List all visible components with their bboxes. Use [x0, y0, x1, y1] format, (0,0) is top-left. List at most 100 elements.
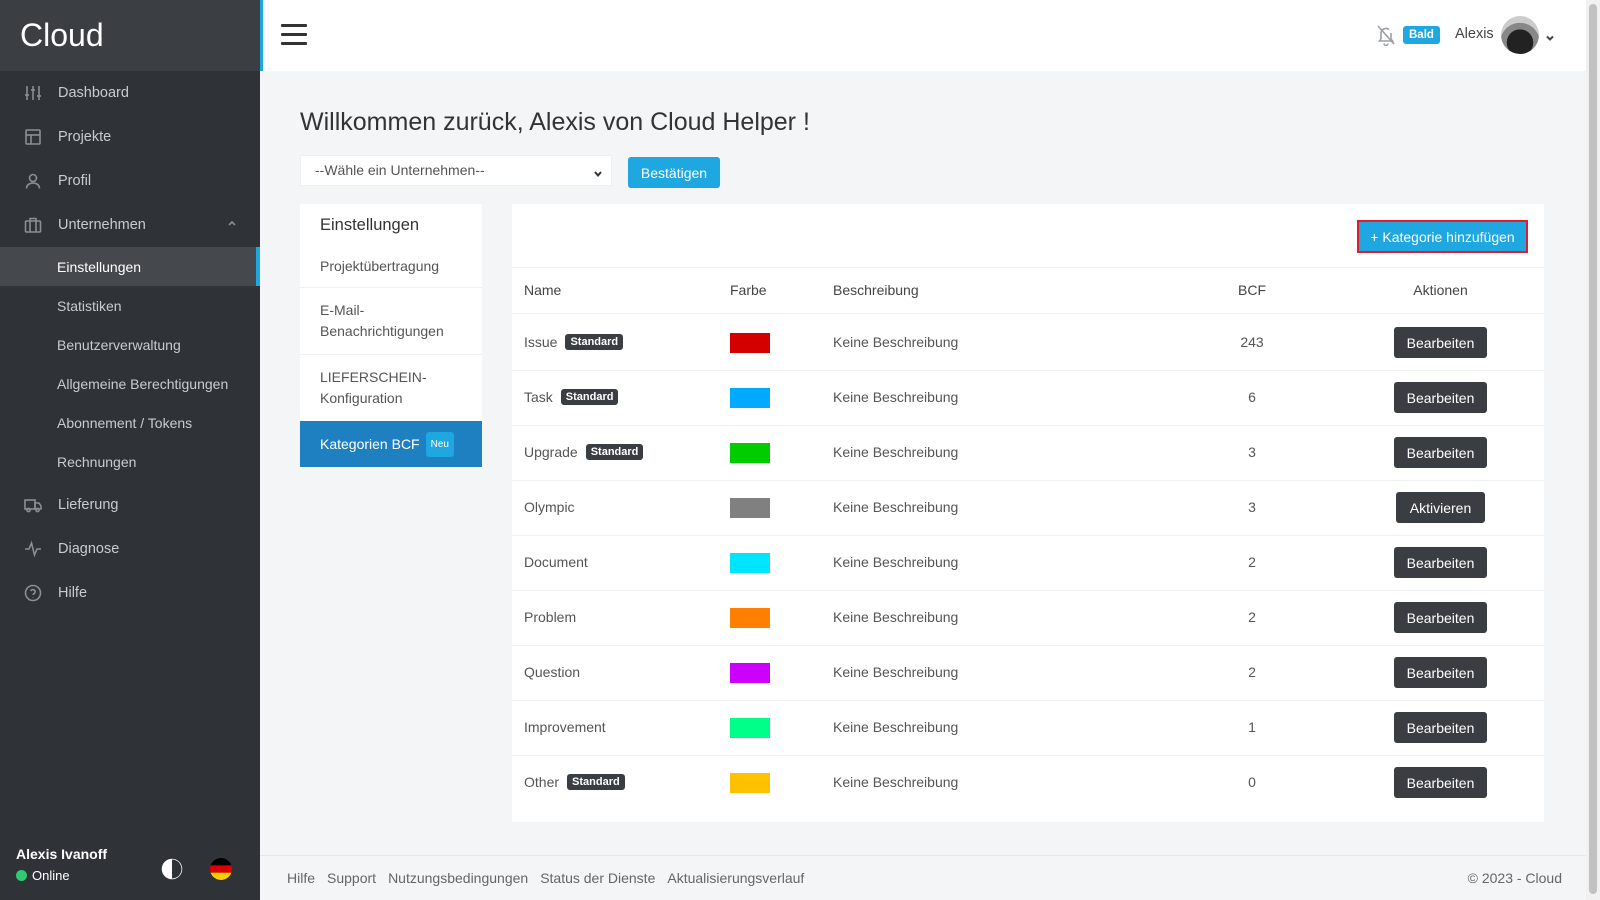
sidebar-subitem-berechtigungen[interactable]: Allgemeine Berechtigungen [0, 364, 260, 403]
avatar[interactable] [1501, 16, 1539, 54]
category-description: Keine Beschreibung [833, 609, 959, 625]
bell-off-icon[interactable] [1375, 24, 1397, 47]
table-row: Improvement Keine Beschreibung 1 Bearbeiten [512, 700, 1544, 756]
footer-link-status[interactable]: Status der Dienste [540, 870, 655, 886]
edit-button[interactable]: Bearbeiten [1394, 437, 1487, 468]
table-row: Problem Keine Beschreibung 2 Bearbeiten [512, 590, 1544, 646]
category-description: Keine Beschreibung [833, 554, 959, 570]
footer-link-aktualisierungsverlauf[interactable]: Aktualisierungsverlauf [667, 870, 804, 886]
standard-badge: Standard [585, 444, 644, 460]
table-row: Issue Standard Keine Beschreibung 243 Bearbe… [512, 315, 1544, 371]
color-swatch [730, 663, 770, 683]
sidebar-subitem-abonnement[interactable]: Abonnement / Tokens [0, 403, 260, 442]
settings-item-lieferschein[interactable]: LIEFERSCHEIN-Konfiguration [300, 355, 482, 421]
category-name-text: Upgrade [524, 444, 578, 460]
settings-item-kategorien-bcf[interactable]: Kategorien BCF Neu [300, 421, 482, 467]
contrast-toggle-icon[interactable] [161, 858, 183, 880]
edit-button[interactable]: Bearbeiten [1394, 767, 1487, 798]
color-swatch [730, 773, 770, 793]
sidebar-item-label: Unternehmen [58, 217, 146, 233]
edit-button[interactable]: Bearbeiten [1394, 602, 1487, 633]
topbar-username[interactable]: Alexis [1455, 26, 1494, 42]
sidebar-item-projekte[interactable]: Projekte [0, 115, 260, 159]
layout-icon [24, 128, 42, 146]
settings-item-projektuebertragung[interactable]: Projektübertragung [300, 246, 482, 288]
sidebar: Cloud Dashboard Projekte Profil Unterneh… [0, 0, 260, 900]
color-swatch [730, 553, 770, 573]
color-swatch [730, 498, 770, 518]
confirm-button[interactable]: Bestätigen [628, 157, 720, 188]
bcf-count: 243 [1240, 334, 1264, 350]
category-name-text: Olympic [524, 499, 575, 515]
column-header-color: Farbe [730, 282, 767, 298]
settings-item-label: Kategorien BCF [320, 435, 420, 452]
add-category-button[interactable]: + Kategorie hinzufügen [1357, 220, 1528, 253]
sidebar-item-label: Dashboard [58, 85, 129, 101]
german-flag-icon[interactable] [210, 858, 232, 880]
table-row: Upgrade Standard Keine Beschreibung 3 Bearbe… [512, 425, 1544, 481]
status-dot-icon [16, 870, 27, 881]
scrollbar-thumb[interactable] [1589, 4, 1597, 894]
category-description: Keine Beschreibung [833, 664, 959, 680]
bcf-count: 2 [1248, 664, 1256, 680]
category-name: Improvement [524, 719, 606, 735]
chevron-down-icon[interactable] [1545, 30, 1555, 41]
footer-link-hilfe[interactable]: Hilfe [287, 870, 315, 886]
bcf-count: 6 [1248, 389, 1256, 405]
edit-button[interactable]: Bearbeiten [1394, 547, 1487, 578]
bcf-count: 0 [1248, 774, 1256, 790]
sidebar-item-lieferung[interactable]: Lieferung [0, 483, 260, 527]
briefcase-icon [24, 216, 42, 234]
scrollbar[interactable] [1586, 0, 1600, 900]
category-name: Olympic [524, 499, 575, 515]
activate-button[interactable]: Aktivieren [1396, 492, 1485, 523]
sidebar-subitem-statistiken[interactable]: Statistiken [0, 286, 260, 325]
bcf-count: 3 [1248, 499, 1256, 515]
column-header-bcf: BCF [1238, 282, 1266, 298]
chevron-up-icon [226, 217, 238, 229]
sidebar-item-profil[interactable]: Profil [0, 159, 260, 203]
standard-badge: Standard [560, 389, 619, 405]
category-name-text: Issue [524, 334, 558, 350]
edit-button[interactable]: Bearbeiten [1394, 712, 1487, 743]
column-header-actions: Aktionen [1413, 282, 1468, 298]
sidebar-subitem-benutzerverwaltung[interactable]: Benutzerverwaltung [0, 325, 260, 364]
company-select[interactable]: --Wähle ein Unternehmen-- [300, 155, 612, 186]
page-title: Willkommen zurück, Alexis von Cloud Help… [300, 108, 810, 136]
color-swatch [730, 443, 770, 463]
sidebar-item-label: Lieferung [58, 497, 119, 513]
sidebar-item-hilfe[interactable]: Hilfe [0, 571, 260, 615]
edit-button[interactable]: Bearbeiten [1394, 327, 1487, 358]
bcf-count: 2 [1248, 554, 1256, 570]
footer-links: Hilfe Support Nutzungsbedingungen Status… [287, 870, 804, 886]
coming-soon-badge: Bald [1403, 26, 1440, 44]
category-name: Other Standard [524, 774, 625, 790]
footer-link-support[interactable]: Support [327, 870, 376, 886]
category-name: Document [524, 554, 588, 570]
categories-card: + Kategorie hinzufügen Name Farbe Beschr… [512, 204, 1544, 822]
category-name: Upgrade Standard [524, 444, 644, 460]
sidebar-item-diagnose[interactable]: Diagnose [0, 527, 260, 571]
category-name: Problem [524, 609, 576, 625]
brand-logo[interactable]: Cloud [0, 0, 260, 71]
color-swatch [730, 333, 770, 353]
category-name: Task Standard [524, 389, 619, 405]
sidebar-item-label: Profil [58, 173, 92, 189]
sliders-icon [24, 84, 42, 102]
sidebar-item-label: Hilfe [58, 585, 88, 601]
category-name-text: Task [524, 389, 553, 405]
sidebar-item-unternehmen[interactable]: Unternehmen [0, 203, 260, 247]
sidebar-subitem-rechnungen[interactable]: Rechnungen [0, 442, 260, 481]
help-circle-icon [24, 584, 42, 602]
activity-icon [24, 540, 42, 558]
bcf-count: 2 [1248, 609, 1256, 625]
category-description: Keine Beschreibung [833, 334, 959, 350]
sidebar-item-dashboard[interactable]: Dashboard [0, 71, 260, 115]
menu-toggle-icon[interactable] [281, 24, 307, 46]
sidebar-item-label: Projekte [58, 129, 112, 145]
edit-button[interactable]: Bearbeiten [1394, 382, 1487, 413]
settings-item-email[interactable]: E-Mail-Benachrichtigungen [300, 288, 482, 355]
sidebar-subitem-einstellungen[interactable]: Einstellungen [0, 247, 260, 286]
edit-button[interactable]: Bearbeiten [1394, 657, 1487, 688]
footer-link-nutzungsbedingungen[interactable]: Nutzungsbedingungen [388, 870, 528, 886]
